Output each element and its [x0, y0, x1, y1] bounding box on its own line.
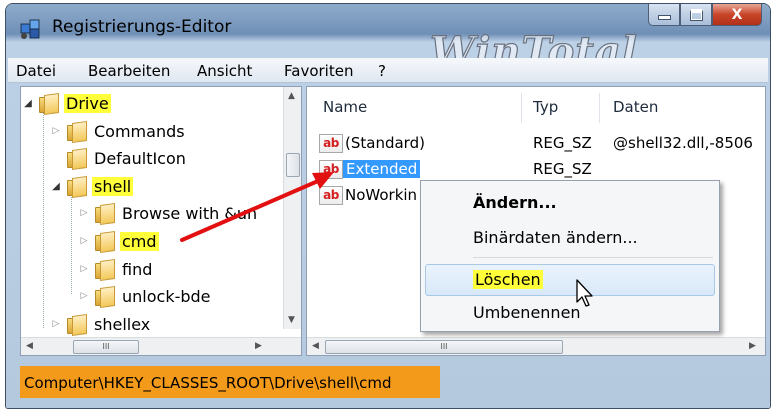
tree-item-drive[interactable]: ◢ Drive — [23, 91, 111, 116]
collapse-icon[interactable]: ◢ — [23, 98, 33, 109]
maximize-button[interactable] — [680, 4, 712, 26]
context-menu: Ändern... Binärdaten ändern... Löschen U… — [420, 180, 720, 332]
column-header-type[interactable]: Typ — [533, 87, 558, 127]
maximize-icon — [689, 8, 703, 21]
tree-item-label: find — [122, 259, 153, 279]
string-value-icon: ab — [319, 186, 343, 205]
expand-icon[interactable]: ▷ — [51, 126, 61, 136]
tree-connector — [51, 153, 61, 163]
string-value-icon: ab — [319, 134, 343, 153]
column-divider[interactable] — [521, 93, 522, 123]
menu-bearbeiten[interactable]: Bearbeiten — [88, 62, 170, 80]
scroll-left-icon[interactable]: ◀ — [26, 341, 33, 351]
menu-item-loeschen[interactable]: Löschen — [473, 270, 543, 289]
column-header-data[interactable]: Daten — [613, 87, 658, 127]
value-name: Extended — [343, 160, 421, 178]
tree-item-label: Commands — [94, 121, 185, 141]
folder-icon — [95, 258, 115, 282]
folder-icon — [95, 230, 115, 254]
tree-item-label: DefaultIcon — [94, 148, 186, 168]
menu-datei[interactable]: Datei — [16, 62, 56, 80]
tree-item-shell[interactable]: ◢ shell — [51, 174, 134, 199]
expand-icon[interactable]: ▷ — [79, 264, 89, 274]
tree-item-label: shell — [92, 176, 134, 196]
scroll-thumb[interactable] — [286, 153, 300, 177]
tree-item-label: Browse with &un — [122, 203, 258, 223]
scroll-right-icon[interactable]: ▶ — [255, 341, 262, 351]
folder-icon — [95, 285, 115, 309]
tree-item-unlock-bde[interactable]: ▷ unlock-bde — [79, 284, 213, 309]
status-path: Computer\HKEY_CLASSES_ROOT\Drive\shell\c… — [24, 374, 392, 392]
collapse-icon[interactable]: ◢ — [51, 181, 61, 192]
menu-help[interactable]: ? — [378, 62, 386, 80]
value-type: REG_SZ — [533, 134, 592, 152]
tree-vertical-scrollbar[interactable]: ▲ ▼ — [283, 87, 301, 329]
folder-icon — [67, 120, 87, 144]
folder-icon — [67, 313, 87, 337]
tree-item-label: unlock-bde — [122, 286, 211, 306]
tree-item-shellex[interactable]: ▷ shellex — [51, 312, 152, 337]
tree-item-cmd[interactable]: ▷ cmd — [79, 229, 159, 254]
folder-icon — [67, 147, 87, 171]
scroll-up-icon[interactable]: ▲ — [288, 91, 295, 101]
tree-item-defaulticon[interactable]: DefaultIcon — [51, 146, 188, 171]
menu-separator — [473, 257, 713, 258]
value-name: (Standard) — [345, 134, 425, 152]
expand-icon[interactable]: ▷ — [79, 291, 89, 301]
key-tree-pane[interactable]: ◢ Drive ▷ Commands DefaultIcon ◢ shell ▷… — [20, 86, 302, 356]
status-bar: Computer\HKEY_CLASSES_ROOT\Drive\shell\c… — [20, 366, 440, 398]
menu-item-binaerdaten-aendern[interactable]: Binärdaten ändern... — [473, 228, 638, 247]
menu-item-hover — [425, 264, 715, 296]
close-icon: X — [731, 6, 743, 23]
thumb-grip: III — [102, 342, 110, 351]
menu-item-aendern[interactable]: Ändern... — [473, 193, 557, 212]
menu-item-umbenennen[interactable]: Umbenennen — [473, 303, 581, 322]
mouse-pointer-icon — [576, 279, 593, 307]
menu-bar: Datei Bearbeiten Ansicht Favoriten ? — [8, 58, 768, 83]
expand-icon[interactable]: ▷ — [51, 319, 61, 329]
menu-favoriten[interactable]: Favoriten — [284, 62, 353, 80]
window-title: Registrierungs-Editor — [52, 17, 232, 37]
tree-item-label: cmd — [120, 231, 159, 251]
thumb-grip: III — [440, 342, 448, 351]
folder-icon — [95, 202, 115, 226]
scroll-thumb[interactable]: III — [73, 340, 139, 354]
tree-item-browse[interactable]: ▷ Browse with &un — [79, 201, 259, 226]
title-bar[interactable]: Registrierungs-Editor WinTotal X — [6, 4, 770, 76]
value-data: @shell32.dll,-8506 — [613, 134, 753, 152]
menu-ansicht[interactable]: Ansicht — [197, 62, 252, 80]
window-controls: X — [648, 4, 762, 26]
tree-item-commands[interactable]: ▷ Commands — [51, 119, 187, 144]
scroll-thumb[interactable]: III — [325, 340, 563, 354]
scroll-left-icon[interactable]: ◀ — [312, 341, 319, 351]
minimize-button[interactable] — [648, 4, 680, 26]
tree-line — [43, 109, 44, 328]
scroll-right-icon[interactable]: ▶ — [749, 341, 756, 351]
expand-icon[interactable]: ▷ — [79, 208, 89, 218]
column-header-name[interactable]: Name — [323, 87, 367, 127]
list-horizontal-scrollbar[interactable]: ◀ III ▶ — [307, 337, 765, 355]
value-type: REG_SZ — [533, 160, 592, 178]
tree-line — [71, 183, 72, 294]
string-value-icon: ab — [319, 160, 343, 179]
minimize-icon — [657, 15, 671, 20]
tree-item-label: shellex — [94, 314, 151, 334]
registry-value-row[interactable]: ab (Standard) REG_SZ @shell32.dll,-8506 — [307, 131, 765, 155]
scroll-down-icon[interactable]: ▼ — [288, 315, 295, 325]
tree-item-label: Drive — [64, 93, 111, 113]
value-name: NoWorkin — [345, 186, 418, 204]
column-divider[interactable] — [599, 93, 600, 123]
folder-icon — [67, 175, 87, 199]
tree-horizontal-scrollbar[interactable]: ◀ III ▶ — [21, 337, 301, 355]
close-button[interactable]: X — [712, 4, 762, 26]
folder-icon — [39, 92, 59, 116]
expand-icon[interactable]: ▷ — [79, 236, 89, 246]
registry-value-row-selected[interactable]: ab Extended REG_SZ — [307, 157, 765, 181]
registry-editor-icon — [20, 19, 40, 39]
tree-item-find[interactable]: ▷ find — [79, 257, 154, 282]
